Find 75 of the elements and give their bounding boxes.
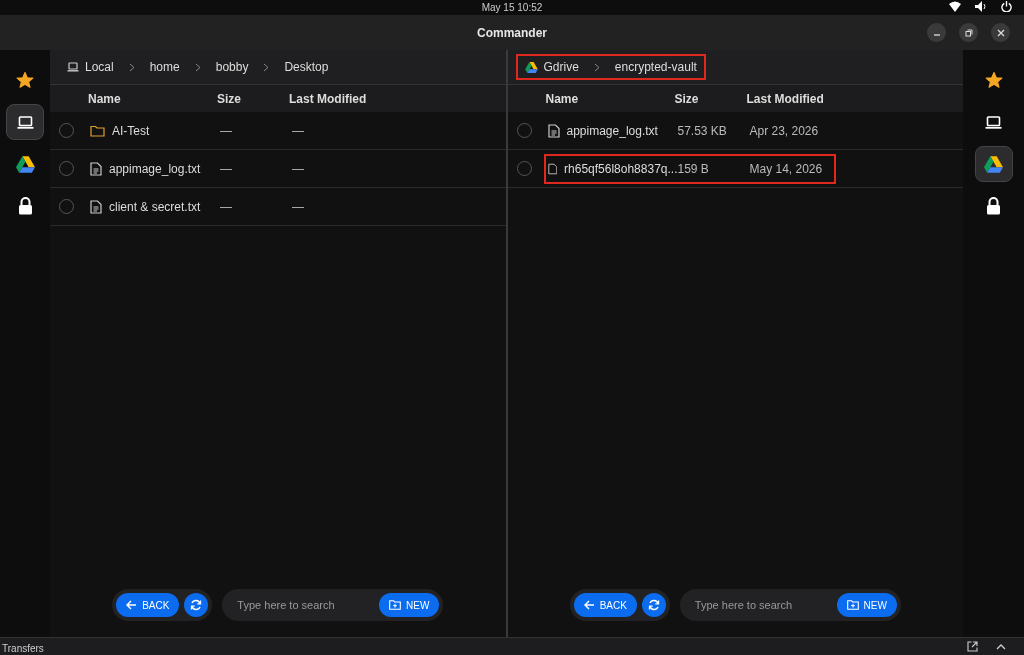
modified-date: — xyxy=(292,199,304,214)
breadcrumb-link[interactable]: encrypted-vault xyxy=(614,60,697,74)
new-folder-button[interactable]: NEW xyxy=(379,593,440,617)
chevron-icon xyxy=(263,62,270,72)
search-field[interactable]: Type here to search NEW xyxy=(222,589,444,621)
laptop-icon xyxy=(985,115,1002,129)
column-header[interactable]: Name xyxy=(86,91,217,106)
laptop-icon xyxy=(16,115,34,129)
drive-icon xyxy=(984,155,1003,173)
file-name[interactable]: AI-Test xyxy=(112,123,150,138)
file-name[interactable]: appimage_log.txt xyxy=(566,123,658,138)
file-size: — xyxy=(220,123,233,138)
drive-icon xyxy=(524,61,538,73)
modified-date: Apr 23, 2026 xyxy=(749,123,819,138)
breadcrumb-link[interactable]: Desktop xyxy=(284,60,329,74)
folder-icon xyxy=(90,124,105,137)
back-button[interactable]: BACK xyxy=(573,593,637,617)
column-header[interactable]: Last Modified xyxy=(289,91,367,106)
volume-icon[interactable] xyxy=(975,1,987,12)
column-header[interactable]: Size xyxy=(217,91,289,106)
column-header[interactable]: Last Modified xyxy=(746,91,824,106)
file-size: 159 B xyxy=(677,161,710,176)
chevron-icon xyxy=(128,62,135,72)
file-name[interactable]: appimage_log.txt xyxy=(109,161,201,176)
refresh-button[interactable] xyxy=(184,593,209,617)
document-icon xyxy=(547,123,560,138)
search-field[interactable]: Type here to search NEW xyxy=(679,589,901,621)
folder-plus-icon xyxy=(389,600,401,610)
file-size: — xyxy=(220,199,233,214)
chevron-icon xyxy=(194,62,201,72)
drive-icon xyxy=(15,155,35,173)
breadcrumb-link[interactable]: Local xyxy=(85,60,114,74)
breadcrumb-link[interactable]: home xyxy=(149,60,180,74)
star-icon xyxy=(16,71,34,89)
power-icon[interactable] xyxy=(1001,1,1012,12)
restore-icon xyxy=(964,28,973,37)
open-external-icon[interactable] xyxy=(967,641,978,652)
window-title: Commander xyxy=(477,25,547,40)
folder-plus-icon xyxy=(846,600,859,610)
modified-date: — xyxy=(292,161,304,176)
arrow-left-icon xyxy=(583,600,595,610)
refresh-icon xyxy=(647,599,660,611)
column-header[interactable]: Size xyxy=(674,91,747,106)
breadcrumb-link[interactable]: bobby xyxy=(215,60,249,74)
wifi-icon[interactable] xyxy=(949,1,961,12)
file-size: 57.53 KB xyxy=(677,123,728,138)
close-button[interactable] xyxy=(991,23,1010,42)
chevron-up-icon[interactable] xyxy=(996,643,1006,650)
file-icon xyxy=(547,161,558,176)
drive-button[interactable] xyxy=(974,146,1013,182)
refresh-button[interactable] xyxy=(641,593,666,617)
transfers-label: Transfers xyxy=(2,643,44,655)
arrow-left-icon xyxy=(126,600,138,610)
lock-icon xyxy=(17,197,33,215)
file-name[interactable]: rh65qf56l8oh8837q... xyxy=(564,161,678,176)
local-button[interactable] xyxy=(6,104,44,140)
star-icon xyxy=(984,71,1003,89)
refresh-icon xyxy=(190,599,203,611)
clock: May 15 10:52 xyxy=(481,2,543,13)
file-size: — xyxy=(220,161,233,176)
back-button[interactable]: BACK xyxy=(116,593,180,617)
new-folder-button[interactable]: NEW xyxy=(836,593,897,617)
document-icon xyxy=(90,199,102,214)
minimize-button[interactable] xyxy=(927,23,946,42)
column-header[interactable]: Name xyxy=(543,91,675,106)
laptop-icon xyxy=(67,62,79,72)
document-icon xyxy=(90,161,102,176)
modified-date: May 14, 2026 xyxy=(749,161,823,176)
lock-icon xyxy=(986,197,1001,215)
restore-button[interactable] xyxy=(959,23,978,42)
file-name[interactable]: client & secret.txt xyxy=(109,199,201,214)
modified-date: — xyxy=(292,123,304,138)
chevron-icon xyxy=(593,62,600,72)
breadcrumb-link[interactable]: Gdrive xyxy=(543,60,579,74)
close-icon xyxy=(996,28,1005,37)
